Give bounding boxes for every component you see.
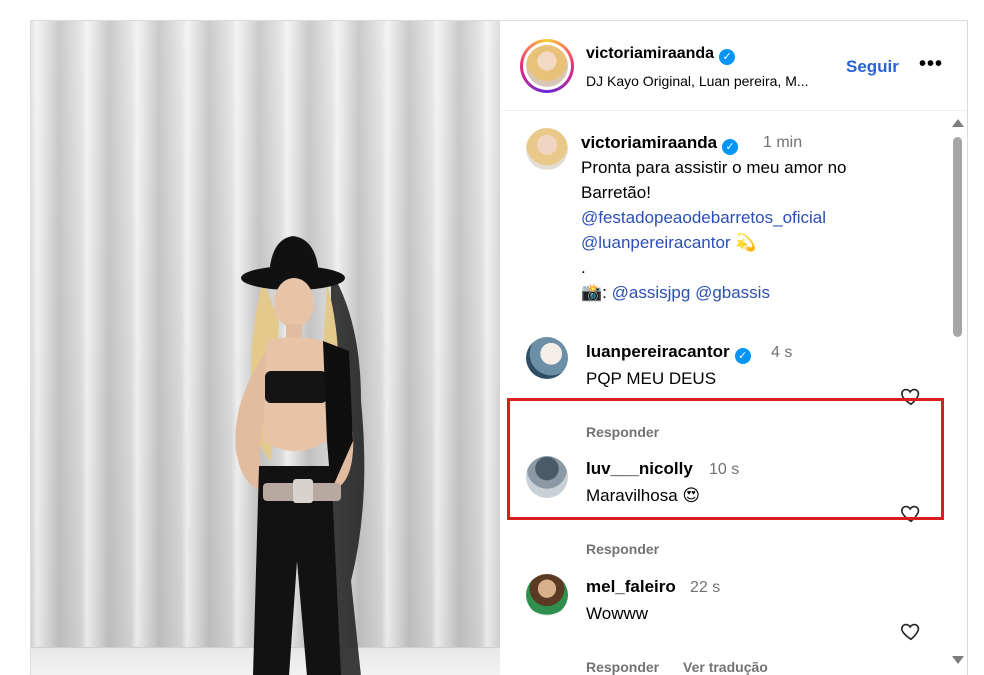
- post-photo[interactable]: [31, 21, 500, 675]
- dizzy-emoji-icon: 💫: [735, 233, 757, 252]
- author-username-text[interactable]: victoriamiraanda: [586, 45, 714, 62]
- mention-link[interactable]: @luanpereiracantor: [581, 233, 731, 252]
- comment-avatar[interactable]: [526, 574, 568, 616]
- avatar-ring-gap: [523, 42, 571, 90]
- heart-icon[interactable]: [900, 620, 922, 642]
- vertical-scrollbar[interactable]: [950, 119, 964, 664]
- post-header: victoriamiraanda ✓ DJ Kayo Original, Luan…: [501, 21, 967, 111]
- caption-time: 1 min: [763, 134, 803, 151]
- see-translation-button[interactable]: Ver tradução: [683, 659, 768, 675]
- caption-line-2: Barretão!: [581, 183, 651, 202]
- author-avatar[interactable]: [520, 39, 574, 93]
- comment-username[interactable]: mel_faleiro: [586, 577, 676, 597]
- woman-in-cowboy-hat-figure: [235, 236, 365, 675]
- caption-dot: .: [581, 258, 586, 277]
- comment-username-text[interactable]: luanpereiracantor: [586, 342, 730, 361]
- caption-author[interactable]: victoriamiraanda ✓: [581, 133, 739, 155]
- caption-line-1: Pronta para assistir o meu amor no: [581, 158, 847, 177]
- verified-badge-icon: ✓: [719, 49, 736, 65]
- caption-body: Pronta para assistir o meu amor no Barre…: [581, 155, 847, 305]
- highlight-box: [507, 398, 944, 520]
- verified-badge-icon: ✓: [734, 348, 751, 364]
- reply-button[interactable]: Responder: [586, 541, 659, 557]
- verified-badge-icon: ✓: [722, 139, 739, 155]
- comment-username[interactable]: luanpereiracantor ✓: [586, 342, 751, 364]
- mention-link[interactable]: @assisjpg: [612, 283, 691, 302]
- post-details-panel: victoriamiraanda ✓ DJ Kayo Original, Luan…: [501, 21, 967, 675]
- caption-separator: :: [602, 283, 607, 302]
- scrollbar-thumb[interactable]: [953, 137, 962, 337]
- comment-text: Wowww: [586, 604, 649, 623]
- author-username[interactable]: victoriamiraanda ✓: [586, 45, 736, 65]
- audio-credit[interactable]: DJ Kayo Original, Luan pereira, M...: [586, 73, 809, 89]
- camera-emoji-icon: 📸: [581, 283, 603, 302]
- comment-time: 4 s: [771, 344, 793, 361]
- comment-time: 22 s: [690, 579, 721, 596]
- comment-text: PQP MEU DEUS: [586, 369, 717, 388]
- instagram-post-modal: victoriamiraanda ✓ DJ Kayo Original, Luan…: [30, 20, 968, 675]
- comments-scroll-area[interactable]: victoriamiraanda ✓ 1 min Pronta para assi…: [501, 111, 967, 675]
- comment-avatar[interactable]: [526, 337, 568, 379]
- more-options-icon[interactable]: •••: [919, 53, 943, 76]
- caption-author-avatar[interactable]: [526, 128, 568, 170]
- avatar-image: [526, 45, 568, 87]
- caption-author-text[interactable]: victoriamiraanda: [581, 133, 717, 152]
- mention-link[interactable]: @festadopeaodebarretos_oficial: [581, 208, 826, 227]
- reply-button[interactable]: Responder: [586, 659, 659, 675]
- scroll-down-arrow-icon[interactable]: [952, 656, 964, 664]
- scroll-up-arrow-icon[interactable]: [952, 119, 964, 127]
- follow-button[interactable]: Seguir: [846, 57, 899, 77]
- mention-link[interactable]: @gbassis: [695, 283, 770, 302]
